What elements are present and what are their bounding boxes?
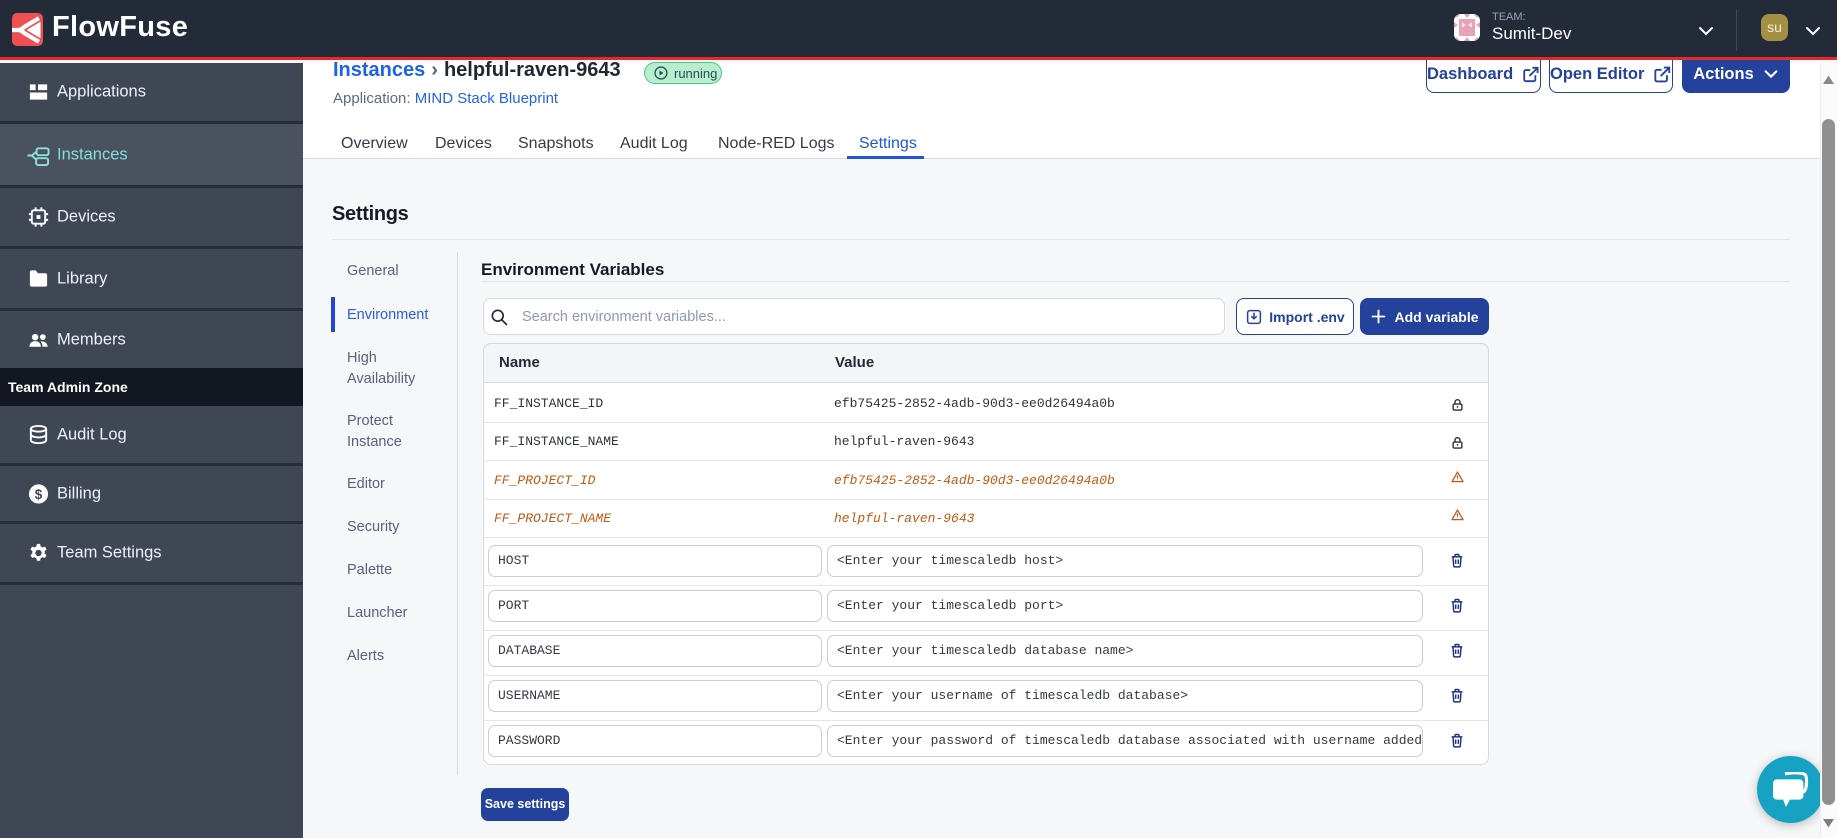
svg-text:$: $: [35, 486, 43, 501]
